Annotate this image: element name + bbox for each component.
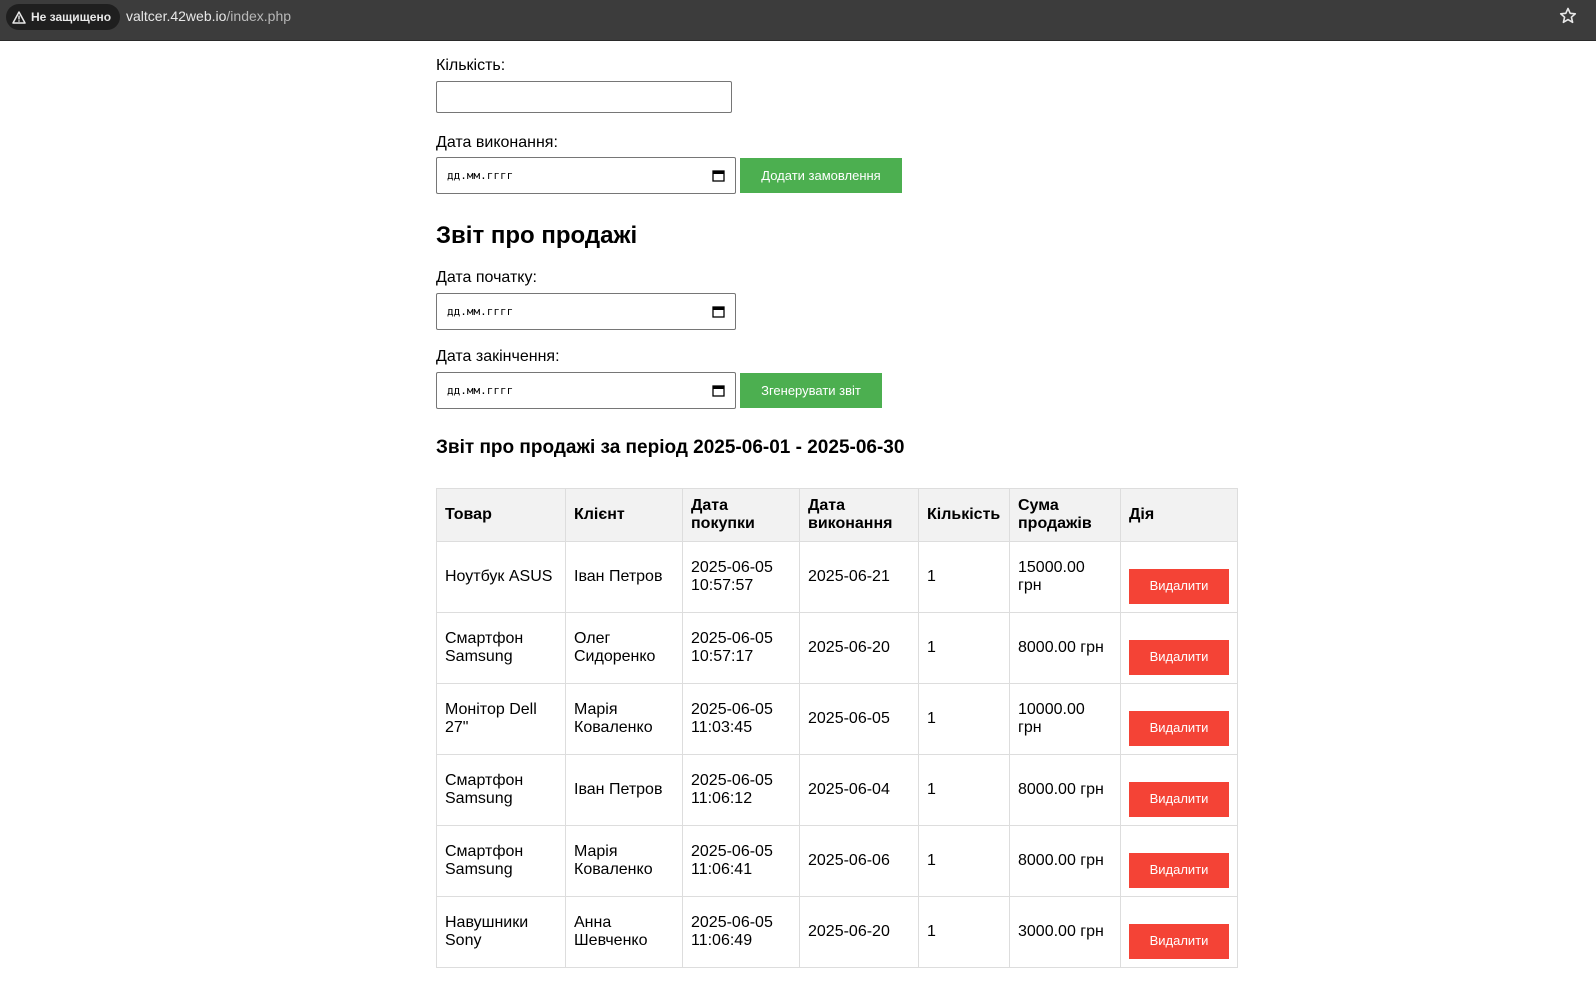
cell-purchase-date: 2025-06-05 11:06:12 [682,754,800,826]
column-header-quantity: Кількість [918,488,1010,542]
table-row: Смартфон Samsung Марія Коваленко 2025-06… [436,825,1238,897]
start-date-placeholder: дд.мм.гггг [447,305,514,318]
delete-button[interactable]: Видалити [1129,781,1229,817]
cell-action: Видалити [1120,825,1238,897]
security-label: Не защищено [31,10,112,24]
column-header-action: Дія [1120,488,1238,542]
calendar-icon[interactable] [712,169,725,182]
column-header-client: Клієнт [565,488,683,542]
calendar-icon[interactable] [712,384,725,397]
cell-product: Ноутбук ASUS [436,541,566,613]
report-heading: Звіт про продажі [436,222,638,249]
cell-client: Марія Коваленко [565,825,683,897]
start-date-label: Дата початку: [436,269,537,286]
end-date-input[interactable]: дд.мм.гггг [436,372,736,409]
cell-quantity: 1 [918,825,1010,897]
cell-purchase-date: 2025-06-05 10:57:57 [682,541,800,613]
cell-client: Олег Сидоренко [565,612,683,684]
end-date-label: Дата закінчення: [436,348,560,365]
url-host: valtcer.42web.io [126,8,227,24]
column-header-product: Товар [436,488,566,542]
cell-quantity: 1 [918,754,1010,826]
end-date-placeholder: дд.мм.гггг [447,384,514,397]
calendar-icon[interactable] [712,305,725,318]
cell-client: Анна Шевченко [565,896,683,968]
delete-button[interactable]: Видалити [1129,923,1229,959]
delete-button[interactable]: Видалити [1129,568,1229,604]
due-date-input[interactable]: дд.мм.гггг [436,157,736,194]
column-header-purchase-date: Дата покупки [682,488,800,542]
cell-client: Іван Петров [565,541,683,613]
delete-button[interactable]: Видалити [1129,852,1229,888]
table-row: Монітор Dell 27" Марія Коваленко 2025-06… [436,683,1238,755]
cell-client: Іван Петров [565,754,683,826]
sales-report-table: Товар Клієнт Дата покупки Дата виконання… [436,488,1238,968]
cell-due-date: 2025-06-05 [799,683,919,755]
cell-quantity: 1 [918,541,1010,613]
cell-due-date: 2025-06-04 [799,754,919,826]
table-row: Смартфон Samsung Іван Петров 2025-06-05 … [436,754,1238,826]
cell-due-date: 2025-06-21 [799,541,919,613]
cell-product: Монітор Dell 27" [436,683,566,755]
cell-action: Видалити [1120,612,1238,684]
cell-purchase-date: 2025-06-05 11:06:49 [682,896,800,968]
cell-amount: 3000.00 грн [1009,896,1121,968]
cell-amount: 8000.00 грн [1009,825,1121,897]
cell-amount: 8000.00 грн [1009,612,1121,684]
security-badge[interactable]: Не защищено [6,4,121,30]
add-order-button[interactable]: Додати замовлення [740,158,902,193]
cell-due-date: 2025-06-06 [799,825,919,897]
cell-product: Смартфон Samsung [436,825,566,897]
cell-product: Навушники Sony [436,896,566,968]
cell-amount: 8000.00 грн [1009,754,1121,826]
cell-quantity: 1 [918,683,1010,755]
cell-purchase-date: 2025-06-05 10:57:17 [682,612,800,684]
table-header-row: Товар Клієнт Дата покупки Дата виконання… [436,488,1238,542]
table-row: Навушники Sony Анна Шевченко 2025-06-05 … [436,896,1238,968]
cell-quantity: 1 [918,896,1010,968]
delete-button[interactable]: Видалити [1129,710,1229,746]
cell-purchase-date: 2025-06-05 11:03:45 [682,683,800,755]
cell-due-date: 2025-06-20 [799,896,919,968]
due-date-placeholder: дд.мм.гггг [447,169,514,182]
start-date-input[interactable]: дд.мм.гггг [436,293,736,330]
cell-action: Видалити [1120,896,1238,968]
report-title: Звіт про продажі за період 2025-06-01 - … [436,437,905,458]
warning-icon [12,10,26,24]
cell-product: Смартфон Samsung [436,754,566,826]
cell-action: Видалити [1120,541,1238,613]
quantity-label: Кількість: [436,57,506,74]
cell-purchase-date: 2025-06-05 11:06:41 [682,825,800,897]
table-row: Ноутбук ASUS Іван Петров 2025-06-05 10:5… [436,541,1238,613]
cell-client: Марія Коваленко [565,683,683,755]
quantity-input[interactable] [436,81,732,113]
cell-action: Видалити [1120,754,1238,826]
url-path: /index.php [226,8,292,24]
due-date-label: Дата виконання: [436,134,558,151]
column-header-amount: Сума продажів [1009,488,1121,542]
cell-amount: 15000.00 грн [1009,541,1121,613]
cell-due-date: 2025-06-20 [799,612,919,684]
cell-product: Смартфон Samsung [436,612,566,684]
column-header-due-date: Дата виконання [799,488,919,542]
cell-quantity: 1 [918,612,1010,684]
cell-action: Видалити [1120,683,1238,755]
browser-toolbar: Не защищено valtcer.42web.io/index.php [0,0,1596,41]
bookmark-star-icon[interactable] [1558,6,1578,26]
delete-button[interactable]: Видалити [1129,639,1229,675]
table-row: Смартфон Samsung Олег Сидоренко 2025-06-… [436,612,1238,684]
cell-amount: 10000.00 грн [1009,683,1121,755]
generate-report-button[interactable]: Згенерувати звіт [740,373,882,408]
address-bar[interactable]: valtcer.42web.io/index.php [126,0,291,33]
